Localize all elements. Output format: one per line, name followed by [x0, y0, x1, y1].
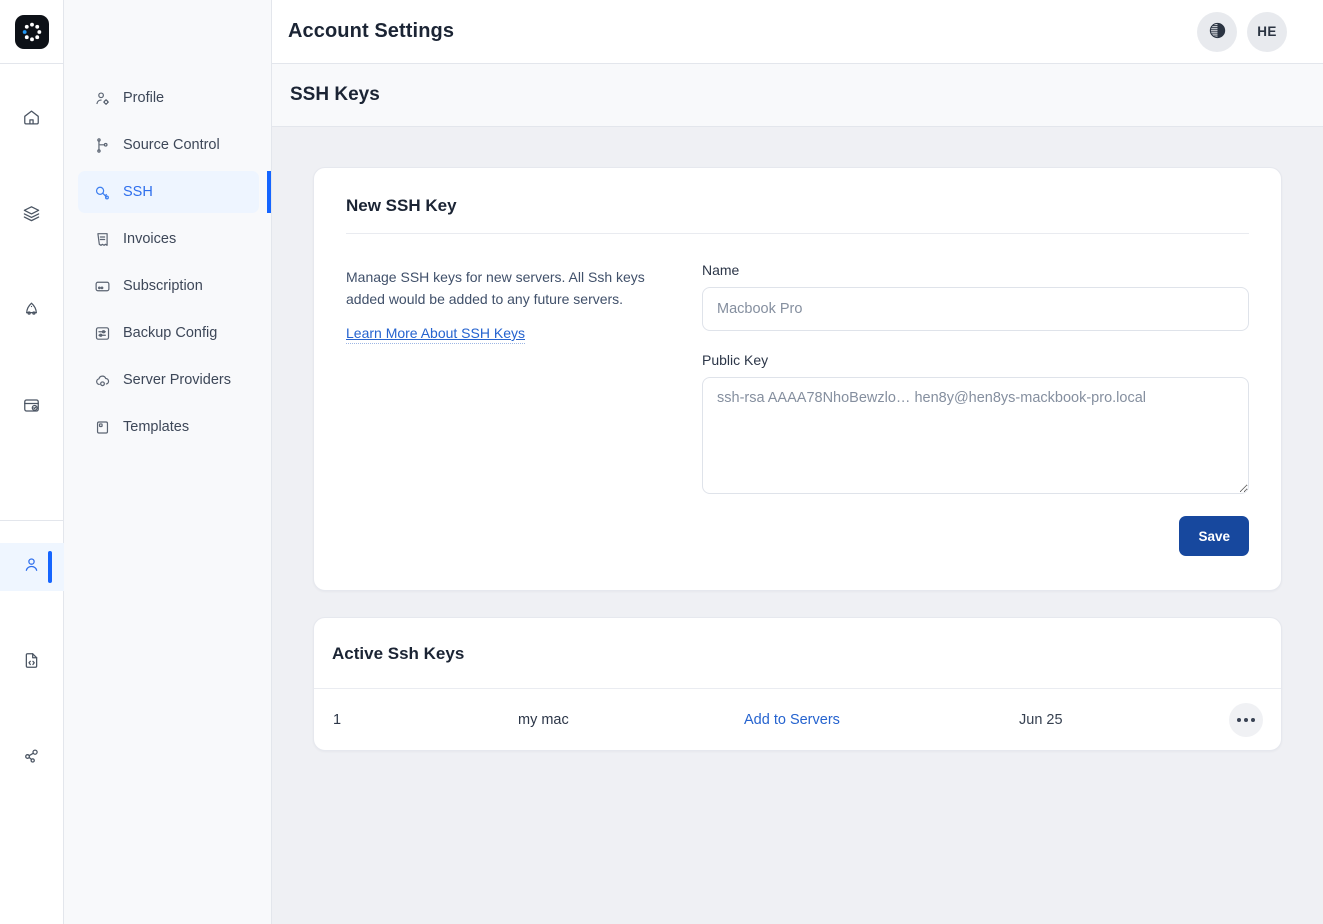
home-icon	[22, 108, 41, 132]
contrast-icon	[1208, 21, 1227, 43]
panel-header: SSH Keys	[272, 64, 1323, 127]
new-ssh-key-header: New SSH Key	[346, 196, 1249, 234]
public-key-field: Public Key	[702, 352, 1249, 494]
row-actions-menu-button[interactable]	[1229, 702, 1263, 737]
rail-primary-group	[0, 64, 64, 432]
row-menu-cell	[1219, 702, 1263, 737]
sidebar-item-label: Templates	[123, 419, 190, 435]
public-key-textarea[interactable]	[702, 377, 1249, 494]
sidebar-item-backup-config[interactable]: Backup Config	[78, 312, 259, 354]
sidebar-item-source-control[interactable]: Source Control	[78, 124, 259, 166]
sidebar-item-label: Profile	[123, 90, 165, 106]
ellipsis-icon	[1251, 717, 1255, 722]
card-title: New SSH Key	[346, 196, 457, 215]
row-date: Jun 25	[1019, 711, 1063, 728]
top-bar: Account Settings HE	[272, 0, 1323, 64]
sidebar-item-label: Subscription	[123, 278, 203, 294]
content-scroll-area[interactable]: New SSH Key Manage SSH keys for new serv…	[272, 127, 1323, 924]
sidebar-item-label: Server Providers	[123, 372, 231, 388]
settings-sidebar: Profile Source Control SSH Invoices Subs…	[64, 0, 272, 924]
share-nodes-icon	[22, 747, 41, 771]
ring-of-dots-logo-icon	[14, 14, 49, 49]
rail-item-servers[interactable]	[0, 192, 64, 240]
rocket-icon	[22, 300, 41, 324]
icon-rail	[0, 0, 64, 924]
credit-card-icon	[94, 278, 111, 295]
sidebar-item-label: Invoices	[123, 231, 177, 247]
app-root: Profile Source Control SSH Invoices Subs…	[0, 0, 1323, 924]
new-ssh-key-body: Manage SSH keys for new servers. All Ssh…	[346, 234, 1249, 556]
learn-more-link[interactable]: Learn More About SSH Keys	[346, 325, 525, 344]
sidebar-item-subscription[interactable]: Subscription	[78, 265, 259, 307]
sidebar-item-profile[interactable]: Profile	[78, 77, 259, 119]
ellipsis-icon	[1244, 717, 1248, 722]
git-branch-icon	[94, 137, 111, 154]
receipt-icon	[94, 231, 111, 248]
new-ssh-key-card: New SSH Key Manage SSH keys for new serv…	[313, 167, 1282, 591]
theme-toggle-button[interactable]	[1197, 11, 1237, 52]
rail-item-integrations[interactable]	[0, 735, 64, 783]
ssh-name-input[interactable]	[702, 287, 1249, 331]
rail-secondary-group	[0, 520, 64, 783]
rail-item-account[interactable]	[0, 543, 64, 591]
active-ssh-keys-header: Active Ssh Keys	[314, 618, 1281, 688]
ellipsis-icon	[1237, 717, 1241, 722]
panel-title: SSH Keys	[290, 84, 380, 105]
sidebar-item-invoices[interactable]: Invoices	[78, 218, 259, 260]
user-gear-icon	[94, 90, 111, 107]
rail-item-docs[interactable]	[0, 639, 64, 687]
database-check-icon	[22, 396, 41, 420]
sidebar-item-ssh[interactable]: SSH	[78, 171, 271, 213]
sidebar-item-label: Source Control	[123, 137, 220, 153]
template-icon	[94, 419, 111, 436]
cloud-gear-icon	[94, 372, 111, 389]
new-ssh-key-info: Manage SSH keys for new servers. All Ssh…	[346, 262, 646, 556]
sidebar-item-templates[interactable]: Templates	[78, 406, 259, 448]
top-bar-actions: HE	[1197, 11, 1287, 52]
app-logo[interactable]	[0, 0, 64, 64]
layers-icon	[22, 204, 41, 228]
rail-item-home[interactable]	[0, 96, 64, 144]
active-ssh-keys-card: Active Ssh Keys 1 my mac Add to Servers …	[313, 617, 1282, 751]
user-icon	[22, 555, 41, 579]
key-icon	[94, 184, 111, 201]
table-row[interactable]: 1 my mac Add to Servers Jun 25	[314, 688, 1281, 750]
row-index: 1	[333, 711, 342, 728]
sidebar-item-server-providers[interactable]: Server Providers	[78, 359, 259, 401]
sliders-icon	[94, 325, 111, 342]
avatar[interactable]: HE	[1247, 11, 1287, 52]
save-button[interactable]: Save	[1179, 516, 1249, 556]
add-to-servers-link[interactable]: Add to Servers	[744, 712, 1019, 728]
new-ssh-key-form: Name Public Key Save	[702, 262, 1249, 556]
rail-item-backups[interactable]	[0, 384, 64, 432]
file-code-icon	[22, 651, 41, 675]
public-key-label: Public Key	[702, 352, 769, 368]
page-title: Account Settings	[288, 20, 455, 42]
main-region: Account Settings HE SSH Keys New SSH Key…	[272, 0, 1323, 924]
ssh-description: Manage SSH keys for new servers. All Ssh…	[346, 269, 645, 307]
content-shell: SSH Keys New SSH Key Manage SSH keys for…	[272, 64, 1323, 924]
avatar-initials: HE	[1257, 24, 1277, 39]
card-title: Active Ssh Keys	[332, 644, 465, 663]
sidebar-item-label: Backup Config	[123, 325, 218, 341]
sidebar-item-label: SSH	[123, 184, 153, 200]
row-key-name: my mac	[518, 711, 569, 728]
name-label: Name	[702, 262, 740, 278]
rail-item-applications[interactable]	[0, 288, 64, 336]
save-row: Save	[702, 516, 1249, 556]
